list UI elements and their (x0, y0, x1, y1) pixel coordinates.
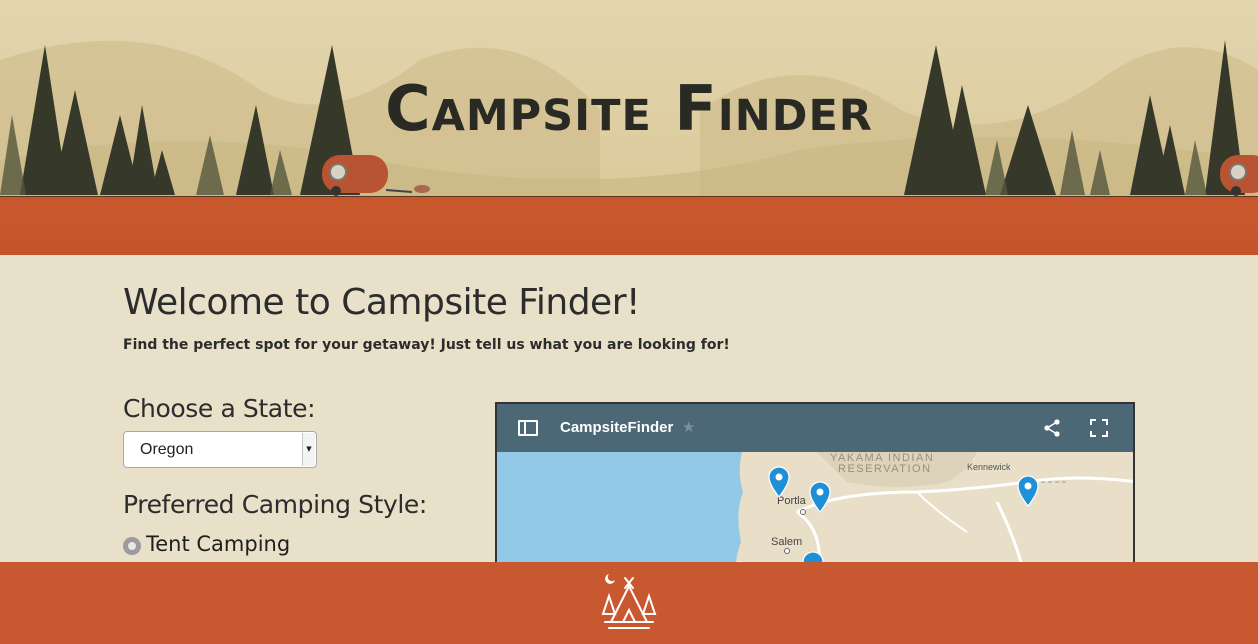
tent-camping-radio[interactable] (123, 537, 141, 555)
header-ground (0, 197, 1258, 255)
fullscreen-icon[interactable] (1090, 419, 1108, 437)
share-icon[interactable] (1043, 419, 1061, 437)
sidebar-icon[interactable] (518, 420, 538, 436)
map-title: CampsiteFinder (560, 419, 674, 436)
site-title: Campsite Finder (385, 72, 873, 145)
map-label-portland: Portla (777, 495, 807, 507)
map-label-kennewick: Kennewick (967, 462, 1011, 472)
tent-logo-icon (601, 574, 657, 629)
map-label-reservation-2: RESERVATION (838, 463, 932, 475)
state-select[interactable]: Oregon ▼ (123, 431, 317, 468)
state-select-value: Oregon (140, 441, 194, 458)
site-header: Campsite Finder (0, 0, 1258, 255)
star-icon[interactable]: ★ (682, 418, 695, 436)
state-label: Choose a State: (123, 394, 316, 423)
map-label-salem: Salem (771, 536, 802, 548)
camping-style-label: Preferred Camping Style: (123, 490, 427, 519)
map-toolbar: CampsiteFinder ★ (497, 404, 1133, 452)
page-subtitle: Find the perfect spot for your getaway! … (123, 337, 730, 353)
map-embed[interactable]: CampsiteFinder ★ YAKAMA INDIAN RESERVATI… (495, 402, 1135, 582)
site-footer (0, 562, 1258, 644)
page-title: Welcome to Campsite Finder! (123, 282, 640, 323)
chevron-down-icon[interactable]: ▼ (302, 433, 315, 466)
tent-camping-label[interactable]: Tent Camping (146, 532, 290, 556)
